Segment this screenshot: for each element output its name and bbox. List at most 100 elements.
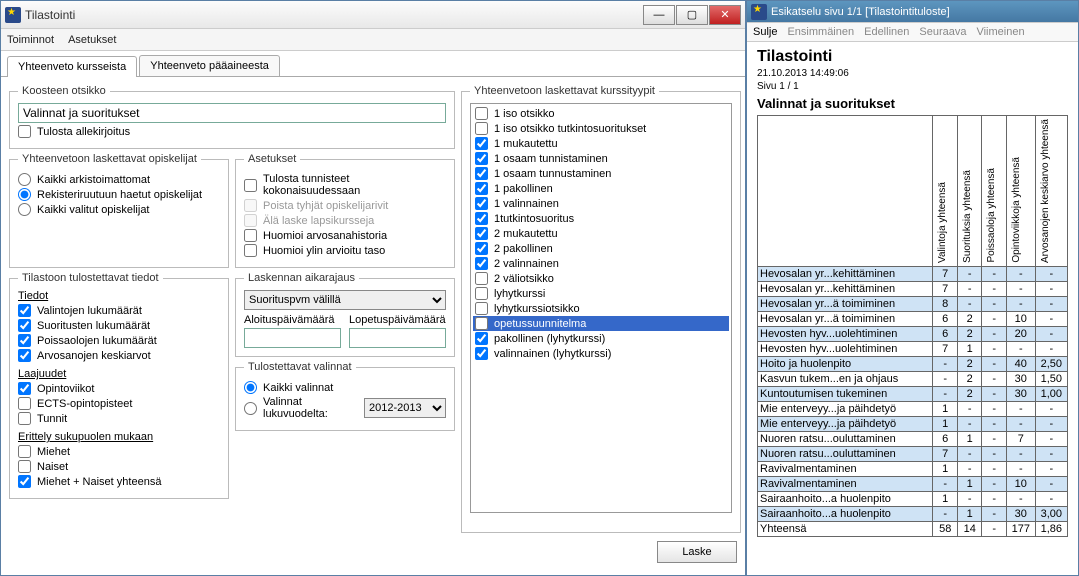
checkbox-asetukset-1[interactable] [244, 199, 257, 212]
select-lukuvuosi[interactable]: 2012-2013 [364, 398, 446, 418]
group-kurssityypit: Yhteenvetoon laskettavat kurssityypit 1 … [461, 85, 741, 533]
list-item[interactable]: 1 osaam tunnistaminen [473, 151, 729, 166]
label-laskettavat-0: Kaikki arkistoimattomat [37, 174, 150, 186]
cell: 1 [957, 431, 982, 446]
nav-sulje[interactable]: Sulje [753, 26, 777, 38]
totals-label: Yhteensä [758, 521, 933, 536]
list-item[interactable]: 1 mukautettu [473, 136, 729, 151]
select-aikarajaus[interactable]: Suorituspvm välillä [244, 290, 446, 310]
cell: Mie enterveyy...ja päihdetyö [758, 401, 933, 416]
totals-cell: 14 [957, 521, 982, 536]
checkbox-kurssityyppi-11[interactable] [475, 272, 488, 285]
list-item[interactable]: 2 pakollinen [473, 241, 729, 256]
menu-toiminnot[interactable]: Toiminnot [7, 34, 54, 46]
cell: 1 [933, 491, 958, 506]
list-item[interactable]: 1 iso otsikko [473, 106, 729, 121]
tab-yhteenveto-paaaineesta[interactable]: Yhteenveto pääaineesta [139, 55, 280, 76]
list-item[interactable]: 2 valinnainen [473, 256, 729, 271]
maximize-button[interactable]: ▢ [676, 5, 708, 25]
cell: 1 [957, 341, 982, 356]
nav-seuraava[interactable]: Seuraava [919, 26, 966, 38]
cell: Hevosalan yr...kehittäminen [758, 281, 933, 296]
checkbox-tiedot-1[interactable] [18, 319, 31, 332]
list-item[interactable]: 1 pakollinen [473, 181, 729, 196]
list-item[interactable]: lyhytkurssiotsikko [473, 301, 729, 316]
checkbox-kurssityyppi-0[interactable] [475, 107, 488, 120]
radio-laskettavat-1[interactable] [18, 188, 31, 201]
nav-ensimmainen[interactable]: Ensimmäinen [787, 26, 854, 38]
column-header: Arvosanojen keskiarvo yhteensä [1038, 117, 1053, 265]
checkbox-kurssityyppi-8[interactable] [475, 227, 488, 240]
checkbox-kurssityyppi-14[interactable] [475, 317, 488, 330]
list-item[interactable]: lyhytkurssi [473, 286, 729, 301]
checkbox-kurssityyppi-13[interactable] [475, 302, 488, 315]
label-kurssityyppi-0: 1 iso otsikko [494, 108, 555, 120]
checkbox-asetukset-0[interactable] [244, 179, 257, 192]
label-kurssityyppi-15: pakollinen (lyhytkurssi) [494, 333, 605, 345]
menu-asetukset[interactable]: Asetukset [68, 34, 116, 46]
nav-viimeinen[interactable]: Viimeinen [976, 26, 1024, 38]
title-input[interactable] [18, 103, 446, 123]
cell: 20 [1006, 326, 1035, 341]
radio-lukuvuodelta[interactable] [244, 402, 257, 415]
checkbox-kurssityyppi-6[interactable] [475, 197, 488, 210]
checkbox-allekirjoitus[interactable] [18, 125, 31, 138]
checkbox-kurssityyppi-2[interactable] [475, 137, 488, 150]
legend-valinnat: Tulostettavat valinnat [244, 361, 356, 373]
input-aloituspvm[interactable] [244, 328, 341, 348]
list-item[interactable]: pakollinen (lyhytkurssi) [473, 331, 729, 346]
cell: - [1035, 311, 1067, 326]
radio-laskettavat-0[interactable] [18, 173, 31, 186]
checkbox-laajuudet-2[interactable] [18, 412, 31, 425]
checkbox-kurssityyppi-1[interactable] [475, 122, 488, 135]
checkbox-asetukset-2[interactable] [244, 214, 257, 227]
cell: Hevosten hyv...uolehtiminen [758, 341, 933, 356]
list-item[interactable]: 1 valinnainen [473, 196, 729, 211]
checkbox-kurssityyppi-5[interactable] [475, 182, 488, 195]
checkbox-erittely-1[interactable] [18, 460, 31, 473]
checkbox-tiedot-2[interactable] [18, 334, 31, 347]
checkbox-kurssityyppi-9[interactable] [475, 242, 488, 255]
table-row: Kasvun tukem...en ja ohjaus-2-301,50 [758, 371, 1068, 386]
checkbox-kurssityyppi-7[interactable] [475, 212, 488, 225]
checkbox-kurssityyppi-12[interactable] [475, 287, 488, 300]
totals-cell: - [982, 521, 1007, 536]
checkbox-asetukset-3[interactable] [244, 229, 257, 242]
checkbox-erittely-2[interactable] [18, 475, 31, 488]
preview-titlebar: Esikatselu sivu 1/1 [Tilastointituloste] [747, 1, 1078, 23]
list-item[interactable]: 1tutkintosuoritus [473, 211, 729, 226]
legend-laskettavat: Yhteenvetoon laskettavat opiskelijat [18, 153, 201, 165]
close-button[interactable]: ✕ [709, 5, 741, 25]
cell: 1,00 [1035, 386, 1067, 401]
list-item[interactable]: valinnainen (lyhytkurssi) [473, 346, 729, 361]
checkbox-asetukset-4[interactable] [244, 244, 257, 257]
checkbox-tiedot-0[interactable] [18, 304, 31, 317]
laske-button[interactable]: Laske [657, 541, 737, 563]
input-lopetuspvm[interactable] [349, 328, 446, 348]
list-item[interactable]: 2 mukautettu [473, 226, 729, 241]
checkbox-laajuudet-0[interactable] [18, 382, 31, 395]
checkbox-erittely-0[interactable] [18, 445, 31, 458]
checkbox-kurssityyppi-3[interactable] [475, 152, 488, 165]
nav-edellinen[interactable]: Edellinen [864, 26, 909, 38]
listbox-kurssityypit[interactable]: 1 iso otsikko1 iso otsikko tutkintosuori… [470, 103, 732, 513]
checkbox-kurssityyppi-15[interactable] [475, 332, 488, 345]
list-item[interactable]: opetussuunnitelma [473, 316, 729, 331]
tab-yhteenveto-kursseista[interactable]: Yhteenveto kursseista [7, 56, 137, 77]
checkbox-kurssityyppi-16[interactable] [475, 347, 488, 360]
cell: 2 [957, 326, 982, 341]
list-item[interactable]: 1 osaam tunnustaminen [473, 166, 729, 181]
cell: - [982, 491, 1007, 506]
checkbox-tiedot-3[interactable] [18, 349, 31, 362]
list-item[interactable]: 2 väliotsikko [473, 271, 729, 286]
checkbox-kurssityyppi-4[interactable] [475, 167, 488, 180]
list-item[interactable]: 1 iso otsikko tutkintosuoritukset [473, 121, 729, 136]
checkbox-kurssityyppi-10[interactable] [475, 257, 488, 270]
cell: - [982, 386, 1007, 401]
preview-window: Esikatselu sivu 1/1 [Tilastointituloste]… [746, 0, 1079, 576]
minimize-button[interactable]: — [643, 5, 675, 25]
checkbox-laajuudet-1[interactable] [18, 397, 31, 410]
cell: - [982, 266, 1007, 281]
radio-laskettavat-2[interactable] [18, 203, 31, 216]
radio-kaikki-valinnat[interactable] [244, 381, 257, 394]
